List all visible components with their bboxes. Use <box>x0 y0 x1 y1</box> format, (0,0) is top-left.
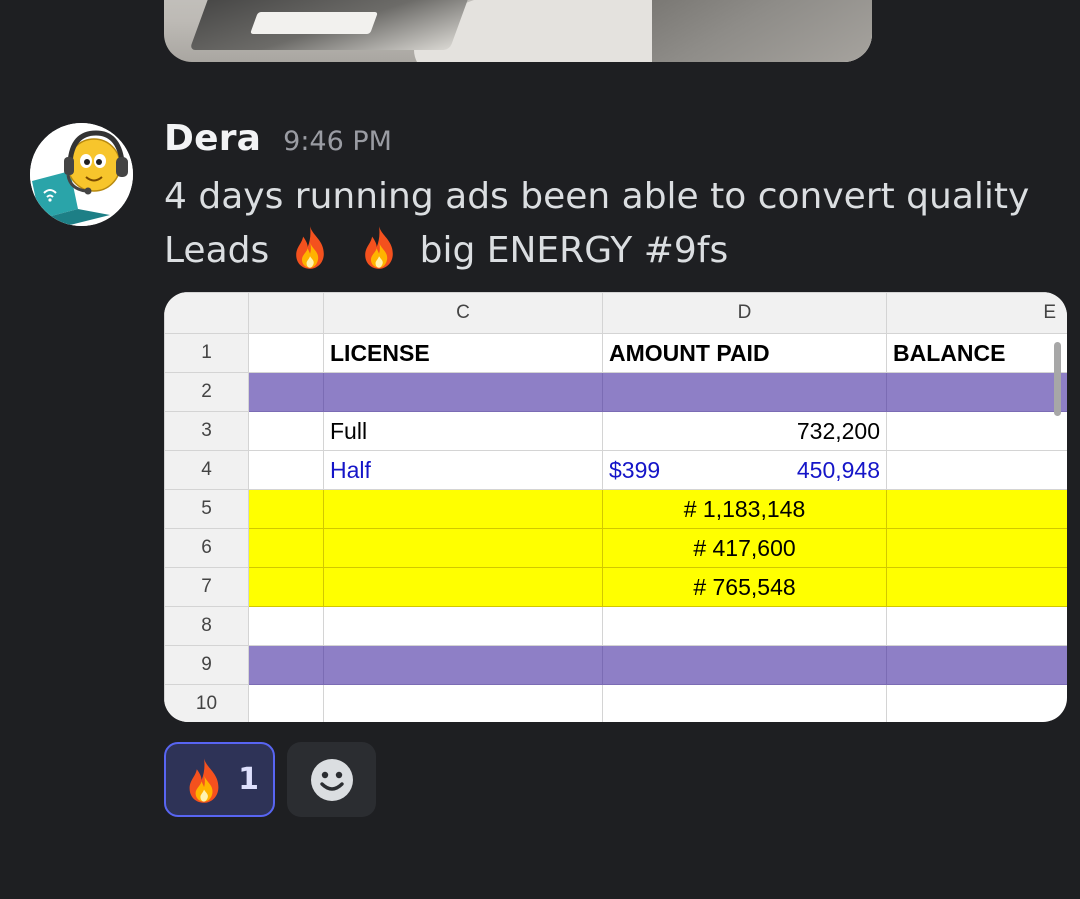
cell <box>323 528 603 568</box>
cell <box>323 684 603 722</box>
smiley-icon <box>310 758 353 801</box>
cell <box>248 606 324 646</box>
table-row: 5 # 1,183,148 <box>164 489 1067 529</box>
cell <box>248 567 324 607</box>
table-row: 7 # 765,548 <box>164 567 1067 607</box>
table-row: 1 LICENSE AMOUNT PAID BALANCE <box>164 333 1067 373</box>
cell <box>886 567 1067 607</box>
table-row: 4 Half $399 450,948 <box>164 450 1067 490</box>
fire-reaction-button[interactable]: 1 <box>164 742 275 817</box>
cell <box>248 411 324 451</box>
cell <box>886 684 1067 722</box>
timestamp: 9:46 PM <box>283 126 392 157</box>
cell-cost: # 417,600 <box>602 528 887 568</box>
table-row: 3 Full 732,200 <box>164 411 1067 451</box>
spreadsheet-table: C D E 1 LICENSE AMOUNT PAID BALANCE 2 3 <box>164 292 1067 722</box>
reactions-bar: 1 <box>164 742 376 817</box>
message-header: Dera 9:46 PM <box>164 118 392 166</box>
amount-dollar-value: $399 <box>609 456 661 483</box>
row-number: 7 <box>164 567 249 607</box>
fire-emoji <box>287 224 333 270</box>
cell <box>886 450 1067 490</box>
cell <box>248 450 324 490</box>
table-row: 9 <box>164 645 1067 685</box>
cell <box>323 489 603 529</box>
add-reaction-button[interactable] <box>287 742 376 817</box>
message-text-part2: big ENERGY #9fs <box>419 230 729 271</box>
column-header-e: E <box>886 292 1067 334</box>
support-agent-avatar-icon <box>30 123 133 226</box>
cell <box>886 411 1067 451</box>
avatar[interactable] <box>30 123 133 226</box>
column-header-c: C <box>323 292 603 334</box>
previous-image-attachment[interactable] <box>164 0 872 62</box>
cell-amount-full: 732,200 <box>602 411 887 451</box>
cell-balance-header: BALANCE <box>886 333 1067 373</box>
cell-license-full: Full <box>323 411 603 451</box>
cell <box>602 372 887 412</box>
cell <box>323 606 603 646</box>
row-number: 4 <box>164 450 249 490</box>
cell <box>602 684 887 722</box>
cell <box>248 372 324 412</box>
cell <box>886 528 1067 568</box>
row-number: 3 <box>164 411 249 451</box>
row-number: 9 <box>164 645 249 685</box>
chat-view: Dera 9:46 PM 4 days running ads been abl… <box>0 0 1080 899</box>
row-number: 6 <box>164 528 249 568</box>
row-number: 5 <box>164 489 249 529</box>
cell <box>248 333 324 373</box>
table-row: 6 # 417,600 <box>164 528 1067 568</box>
row-number: 1 <box>164 333 249 373</box>
cell <box>323 567 603 607</box>
fire-emoji <box>356 224 402 270</box>
corner-cell <box>164 292 249 334</box>
row-number: 8 <box>164 606 249 646</box>
cell-license-half: Half <box>323 450 603 490</box>
message-text: 4 days running ads been able to convert … <box>164 170 1044 278</box>
table-row: 8 <box>164 606 1067 646</box>
table-row: 2 <box>164 372 1067 412</box>
cell-profit: # 765,548 <box>602 567 887 607</box>
cell <box>248 489 324 529</box>
amount-value: 450,948 <box>796 456 880 483</box>
row-number: 2 <box>164 372 249 412</box>
fire-emoji <box>180 756 228 804</box>
username[interactable]: Dera <box>164 118 261 159</box>
cell <box>248 645 324 685</box>
spreadsheet-image-attachment[interactable]: C D E 1 LICENSE AMOUNT PAID BALANCE 2 3 <box>164 292 1067 722</box>
cell <box>886 606 1067 646</box>
cell <box>886 489 1067 529</box>
scrollbar[interactable] <box>1054 342 1061 416</box>
column-header-d: D <box>602 292 887 334</box>
cell <box>886 645 1067 685</box>
cell-license-header: LICENSE <box>323 333 603 373</box>
row-number: 10 <box>164 684 249 722</box>
cell <box>602 645 887 685</box>
column-header-b <box>248 292 324 334</box>
table-row: 10 <box>164 684 1067 722</box>
reaction-count: 1 <box>238 762 259 797</box>
cell <box>602 606 887 646</box>
cell-amount-half: $399 450,948 <box>602 450 887 490</box>
column-header-row: C D E <box>164 292 1067 334</box>
cell <box>248 684 324 722</box>
cell-amount-paid-header: AMOUNT PAID <box>602 333 887 373</box>
cell <box>886 372 1067 412</box>
cell-total: # 1,183,148 <box>602 489 887 529</box>
cell <box>248 528 324 568</box>
cell <box>323 372 603 412</box>
cell <box>323 645 603 685</box>
